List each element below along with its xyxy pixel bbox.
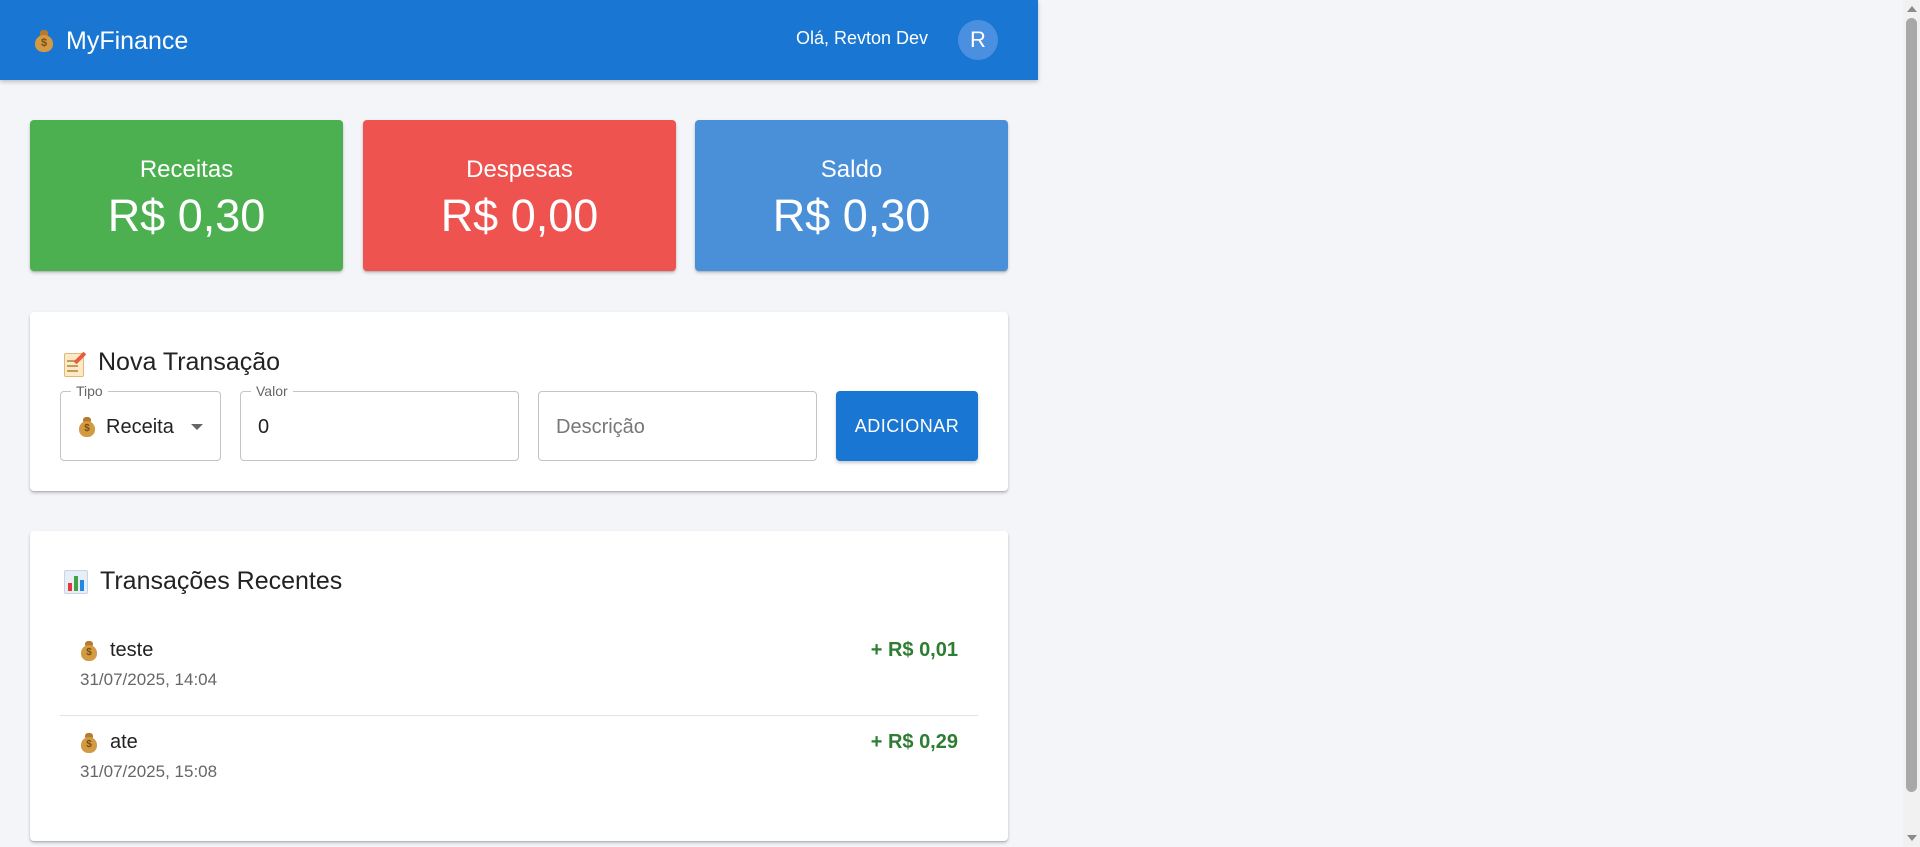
recent-transactions-title: Transações Recentes xyxy=(100,567,343,595)
transaction-description-text: teste xyxy=(110,639,154,661)
type-select[interactable]: Tipo $ Receita xyxy=(60,382,221,461)
brand[interactable]: $ MyFinance xyxy=(34,26,188,56)
brand-title: MyFinance xyxy=(66,26,189,55)
list-item[interactable]: $ ate 31/07/2025, 15:08 + R$ 0,29 xyxy=(60,717,978,807)
bar-chart-icon xyxy=(64,569,88,594)
income-label: Receitas xyxy=(139,156,234,183)
panel-title: Nova Transação xyxy=(64,348,280,377)
transaction-amount: + R$ 0,01 xyxy=(870,639,958,661)
money-bag-icon: $ xyxy=(34,30,54,52)
scrollbar-thumb[interactable] xyxy=(1906,18,1917,792)
money-bag-icon: $ xyxy=(80,732,98,753)
app-root: $ MyFinance Olá, Revton Dev R Receitas R… xyxy=(0,0,1038,847)
scroll-down-arrow-icon[interactable] xyxy=(1907,835,1917,841)
type-selected-value: $ Receita xyxy=(78,416,174,438)
balance-label: Saldo xyxy=(820,156,883,183)
transaction-date: 31/07/2025, 15:08 xyxy=(80,762,218,781)
money-bag-icon: $ xyxy=(78,417,96,437)
avatar[interactable]: R xyxy=(958,20,998,60)
vertical-scrollbar[interactable] xyxy=(1903,0,1920,847)
app-bar: $ MyFinance Olá, Revton Dev R xyxy=(0,0,1038,80)
balance-value: R$ 0,30 xyxy=(772,190,931,241)
scroll-up-arrow-icon[interactable] xyxy=(1907,6,1917,12)
expense-label: Despesas xyxy=(466,156,573,183)
transaction-description: $ teste xyxy=(80,639,153,662)
add-button[interactable]: ADICIONAR xyxy=(836,391,978,461)
panel-title: Transações Recentes xyxy=(64,567,342,596)
income-summary-card: Receitas R$ 0,30 xyxy=(30,120,343,271)
amount-label: Valor xyxy=(251,382,293,400)
user-greeting: Olá, Revton Dev xyxy=(796,28,929,48)
income-value: R$ 0,30 xyxy=(107,190,266,241)
new-transaction-title: Nova Transação xyxy=(98,348,281,376)
amount-field[interactable]: Valor 0 xyxy=(240,382,519,461)
transaction-amount: + R$ 0,29 xyxy=(870,731,958,753)
money-bag-icon: $ xyxy=(80,640,98,661)
recent-transactions-panel: Transações Recentes $ teste 31/07/2025, … xyxy=(30,531,1008,841)
transaction-description: $ ate xyxy=(80,731,138,754)
amount-value: 0 xyxy=(258,416,270,438)
balance-summary-card: Saldo R$ 0,30 xyxy=(695,120,1008,271)
list-item[interactable]: $ teste 31/07/2025, 14:04 + R$ 0,01 xyxy=(60,625,978,716)
expense-summary-card: Despesas R$ 0,00 xyxy=(363,120,676,271)
chevron-down-icon xyxy=(191,424,203,430)
description-field[interactable]: Descrição xyxy=(538,391,817,461)
transaction-description-text: ate xyxy=(110,731,138,753)
transaction-date: 31/07/2025, 14:04 xyxy=(80,670,218,689)
memo-icon xyxy=(64,351,87,377)
expense-value: R$ 0,00 xyxy=(440,190,599,241)
type-label: Tipo xyxy=(71,382,108,400)
new-transaction-panel: Nova Transação Tipo $ Receita Valor 0 De… xyxy=(30,312,1008,491)
description-placeholder: Descrição xyxy=(556,416,645,438)
type-value-text: Receita xyxy=(106,416,174,438)
